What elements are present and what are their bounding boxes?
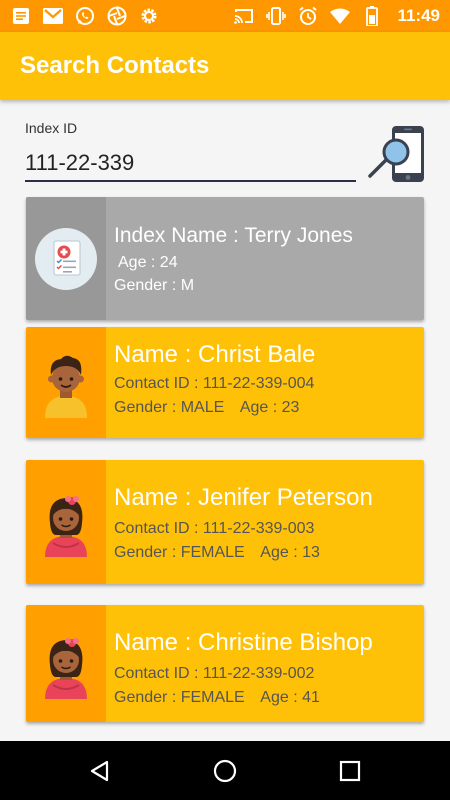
contact-card[interactable]: Name : Christ Bale Contact ID : 111-22-3… (26, 327, 424, 438)
contact-id: Contact ID : 111-22-339-002 (114, 665, 315, 682)
contact-card[interactable]: Name : Jenifer Peterson Contact ID : 111… (26, 460, 424, 584)
recents-icon (339, 760, 361, 782)
status-bar: 11:49 (0, 0, 450, 32)
girl-avatar-icon (45, 496, 87, 557)
contact-card[interactable]: Name : Christine Bishop Contact ID : 111… (26, 605, 424, 722)
home-icon (213, 759, 237, 783)
recents-button[interactable] (334, 755, 366, 787)
back-icon (90, 760, 109, 782)
contact-age: Age : 13 (260, 544, 320, 561)
battery-icon (361, 5, 383, 27)
contact-id: Contact ID : 111-22-339-003 (114, 520, 315, 537)
alarm-icon (297, 5, 319, 27)
vibrate-icon (265, 5, 287, 27)
status-time: 11:49 (397, 6, 440, 25)
index-person-card[interactable]: Index Name : Terry Jones Age : 24 Gender… (26, 197, 424, 320)
contact-card-side (26, 605, 106, 722)
notification-icon (10, 5, 32, 27)
search-phone-button[interactable] (366, 124, 426, 186)
medical-report-icon (35, 227, 97, 290)
contact-age: Age : 23 (239, 399, 300, 416)
cast-icon (233, 5, 255, 27)
contact-age: Age : 41 (260, 689, 320, 706)
index-person-name: Index Name : Terry Jones (114, 224, 353, 247)
back-button[interactable] (84, 755, 116, 787)
whatsapp-icon (74, 5, 96, 27)
index-person-gender: Gender : M (114, 277, 195, 294)
navigation-bar (0, 741, 450, 800)
index-id-input[interactable] (25, 146, 356, 182)
index-id-label: Index ID (25, 120, 78, 136)
contact-meta: Gender : FEMALE Age : 13 (114, 544, 332, 562)
aperture-icon (106, 5, 128, 27)
contact-gender: Gender : FEMALE (114, 689, 245, 706)
contact-gender: Gender : FEMALE (114, 544, 245, 561)
contact-name: Name : Christ Bale (114, 341, 316, 368)
boy-avatar-icon (45, 355, 87, 418)
index-person-age: Age : 24 (118, 254, 178, 271)
contact-name: Name : Christine Bishop (114, 629, 373, 656)
contact-card-side (26, 460, 106, 584)
contact-meta: Gender : FEMALE Age : 41 (114, 689, 332, 707)
contact-gender: Gender : MALE (114, 399, 225, 416)
app-bar: Search Contacts (0, 32, 450, 100)
home-button[interactable] (209, 755, 241, 787)
contact-name: Name : Jenifer Peterson (114, 484, 373, 511)
index-card-side (26, 197, 106, 320)
wifi-icon (329, 5, 351, 27)
phone-search-icon (368, 126, 424, 182)
settings-icon (138, 5, 160, 27)
contact-card-side (26, 327, 106, 438)
page-title: Search Contacts (20, 52, 210, 79)
contact-meta: Gender : MALE Age : 23 (114, 399, 311, 417)
gmail-icon (42, 5, 64, 27)
girl-avatar-icon (45, 637, 87, 699)
contact-id: Contact ID : 111-22-339-004 (114, 375, 315, 392)
